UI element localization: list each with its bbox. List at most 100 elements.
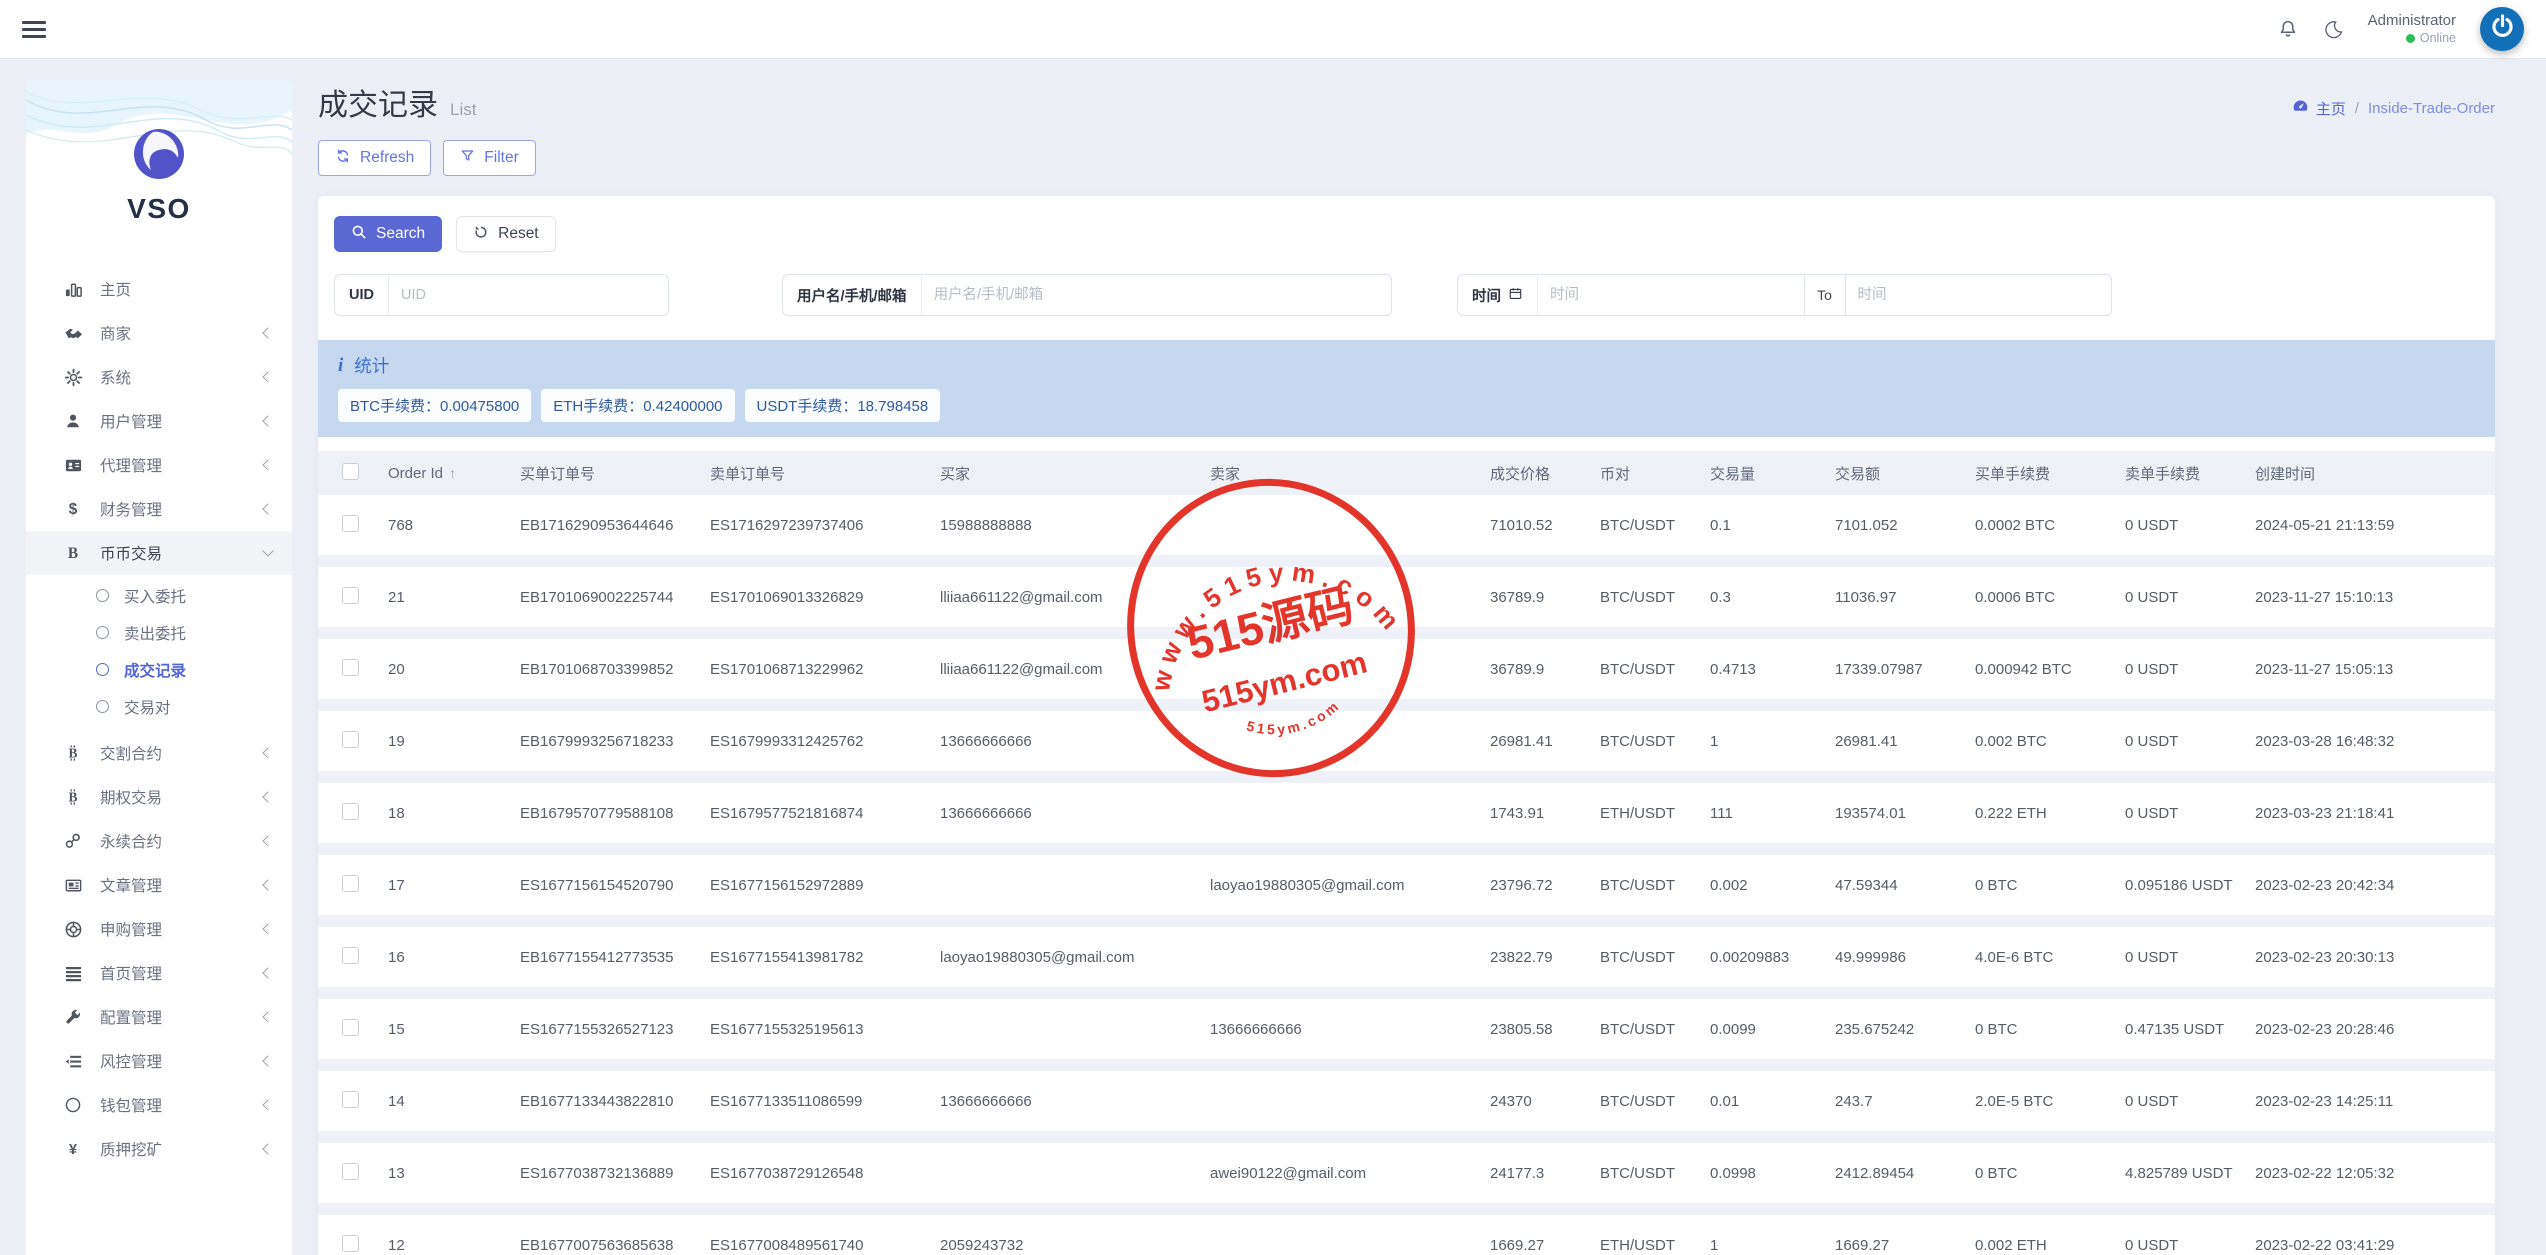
table-cell: 36789.9 <box>1490 661 1600 678</box>
sidebar-subitem[interactable]: 卖出委托 <box>26 614 292 651</box>
sidebar-item[interactable]: 商家 <box>26 311 292 355</box>
sidebar-item[interactable]: 代理管理 <box>26 443 292 487</box>
user-name: Administrator <box>2368 12 2456 31</box>
table-cell: ES1677156154520790 <box>520 877 710 894</box>
table-cell: BTC/USDT <box>1600 733 1710 750</box>
sidebar-item[interactable]: $财务管理 <box>26 487 292 531</box>
sidebar-item[interactable]: 文章管理 <box>26 863 292 907</box>
column-header[interactable]: Order Id <box>388 465 443 482</box>
table-cell: 23822.79 <box>1490 949 1600 966</box>
table-cell: 15988888888 <box>940 517 1210 534</box>
sidebar-item[interactable]: ¥质押挖矿 <box>26 1127 292 1171</box>
topbar: Administrator Online <box>0 0 2546 58</box>
column-header: 买单订单号 <box>520 466 595 483</box>
breadcrumb-current[interactable]: Inside-Trade-Order <box>2368 100 2495 117</box>
reset-button[interactable]: Reset <box>456 216 556 252</box>
row-checkbox[interactable] <box>342 731 359 748</box>
table-cell: 0 USDT <box>2125 589 2255 606</box>
radio-circle-icon <box>96 663 109 676</box>
sidebar-item-label: 申购管理 <box>100 918 162 940</box>
sidebar-item[interactable]: 配置管理 <box>26 995 292 1039</box>
search-button[interactable]: Search <box>334 216 442 252</box>
table-cell: 2024-05-21 21:13:59 <box>2255 517 2495 534</box>
table-cell: ES1677008489561740 <box>710 1237 940 1254</box>
row-checkbox[interactable] <box>342 1235 359 1252</box>
table-cell: ES1679577521816874 <box>710 805 940 822</box>
sidebar-item[interactable]: 首页管理 <box>26 951 292 995</box>
row-checkbox[interactable] <box>342 803 359 820</box>
bell-icon[interactable] <box>2277 18 2299 40</box>
row-checkbox[interactable] <box>342 875 359 892</box>
moon-icon[interactable] <box>2323 19 2344 40</box>
reset-icon <box>473 224 489 245</box>
table-cell: 17 <box>388 877 520 894</box>
row-checkbox[interactable] <box>342 1163 359 1180</box>
sidebar-item[interactable]: B期权交易 <box>26 775 292 819</box>
page-title: 成交记录 <box>318 89 438 122</box>
sidebar-item[interactable]: 风控管理 <box>26 1039 292 1083</box>
dashboard-icon <box>2292 98 2309 119</box>
sidebar-subitem-label: 买入委托 <box>124 585 186 607</box>
sidebar-item[interactable]: 钱包管理 <box>26 1083 292 1127</box>
table-cell: 1669.27 <box>1835 1237 1975 1254</box>
table-header: Order Id↑买单订单号卖单订单号买家卖家成交价格币对交易量交易额买单手续费… <box>318 451 2495 495</box>
breadcrumb-home[interactable]: 主页 <box>2292 98 2346 119</box>
svg-text:¥: ¥ <box>69 1142 77 1158</box>
chevron-left-icon <box>262 1055 273 1066</box>
table-cell: 0.002 <box>1710 877 1835 894</box>
uid-filter-group: UID <box>334 274 669 316</box>
row-checkbox[interactable] <box>342 515 359 532</box>
sidebar-item[interactable]: B交割合约 <box>26 731 292 775</box>
table-cell: 193574.01 <box>1835 805 1975 822</box>
select-all-checkbox[interactable] <box>342 463 359 480</box>
time-to-label: To <box>1804 275 1846 315</box>
table-cell: 2023-11-27 15:05:13 <box>2255 661 2495 678</box>
sidebar-item[interactable]: 申购管理 <box>26 907 292 951</box>
row-checkbox[interactable] <box>342 1019 359 1036</box>
avatar[interactable] <box>2480 7 2524 51</box>
sidebar-subitem-label: 交易对 <box>124 696 171 718</box>
sidebar-subitem[interactable]: 买入委托 <box>26 577 292 614</box>
row-checkbox[interactable] <box>342 947 359 964</box>
table-cell: ES1677038729126548 <box>710 1165 940 1182</box>
table-cell: 47.59344 <box>1835 877 1975 894</box>
chevron-left-icon <box>262 415 273 426</box>
table-cell: BTC/USDT <box>1600 877 1710 894</box>
sidebar-item[interactable]: 永续合约 <box>26 819 292 863</box>
sidebar-subitem[interactable]: 交易对 <box>26 688 292 725</box>
user-input[interactable] <box>922 275 1391 315</box>
sidebar-item[interactable]: 用户管理 <box>26 399 292 443</box>
sidebar-item[interactable]: 系统 <box>26 355 292 399</box>
hamburger-icon[interactable] <box>22 21 46 38</box>
table-cell: 0.01 <box>1710 1093 1835 1110</box>
chevron-left-icon <box>262 459 273 470</box>
table-body: 768EB1716290953644646ES17162972397374061… <box>318 495 2495 1255</box>
filter-button[interactable]: Filter <box>443 140 535 176</box>
table-cell: 36789.9 <box>1490 589 1600 606</box>
row-checkbox[interactable] <box>342 587 359 604</box>
table-cell: EB1701068703399852 <box>520 661 710 678</box>
chevron-left-icon <box>262 835 273 846</box>
table-cell: 17339.07987 <box>1835 661 1975 678</box>
table-cell: 13666666666 <box>940 733 1210 750</box>
chevron-left-icon <box>262 1011 273 1022</box>
sidebar-item[interactable]: B币币交易 <box>26 531 292 575</box>
time-end-input[interactable] <box>1846 275 2112 315</box>
table-cell: 0.47135 USDT <box>2125 1021 2255 1038</box>
radio-circle-icon <box>96 589 109 602</box>
time-start-input[interactable] <box>1538 275 1804 315</box>
row-checkbox[interactable] <box>342 659 359 676</box>
table-cell: ES1716297239737406 <box>710 517 940 534</box>
sidebar-item[interactable]: 主页 <box>26 267 292 311</box>
row-checkbox[interactable] <box>342 1091 359 1108</box>
sort-asc-icon[interactable]: ↑ <box>449 465 456 481</box>
refresh-icon <box>335 148 351 169</box>
sidebar-subitem[interactable]: 成交记录 <box>26 651 292 688</box>
user-block[interactable]: Administrator Online <box>2368 12 2456 46</box>
table-cell: 2023-02-23 20:28:46 <box>2255 1021 2495 1038</box>
uid-input[interactable] <box>389 275 668 315</box>
refresh-button[interactable]: Refresh <box>318 140 431 176</box>
radio-circle-icon <box>96 700 109 713</box>
table-cell: ES1701069013326829 <box>710 589 940 606</box>
logo[interactable]: VSO <box>26 126 292 225</box>
